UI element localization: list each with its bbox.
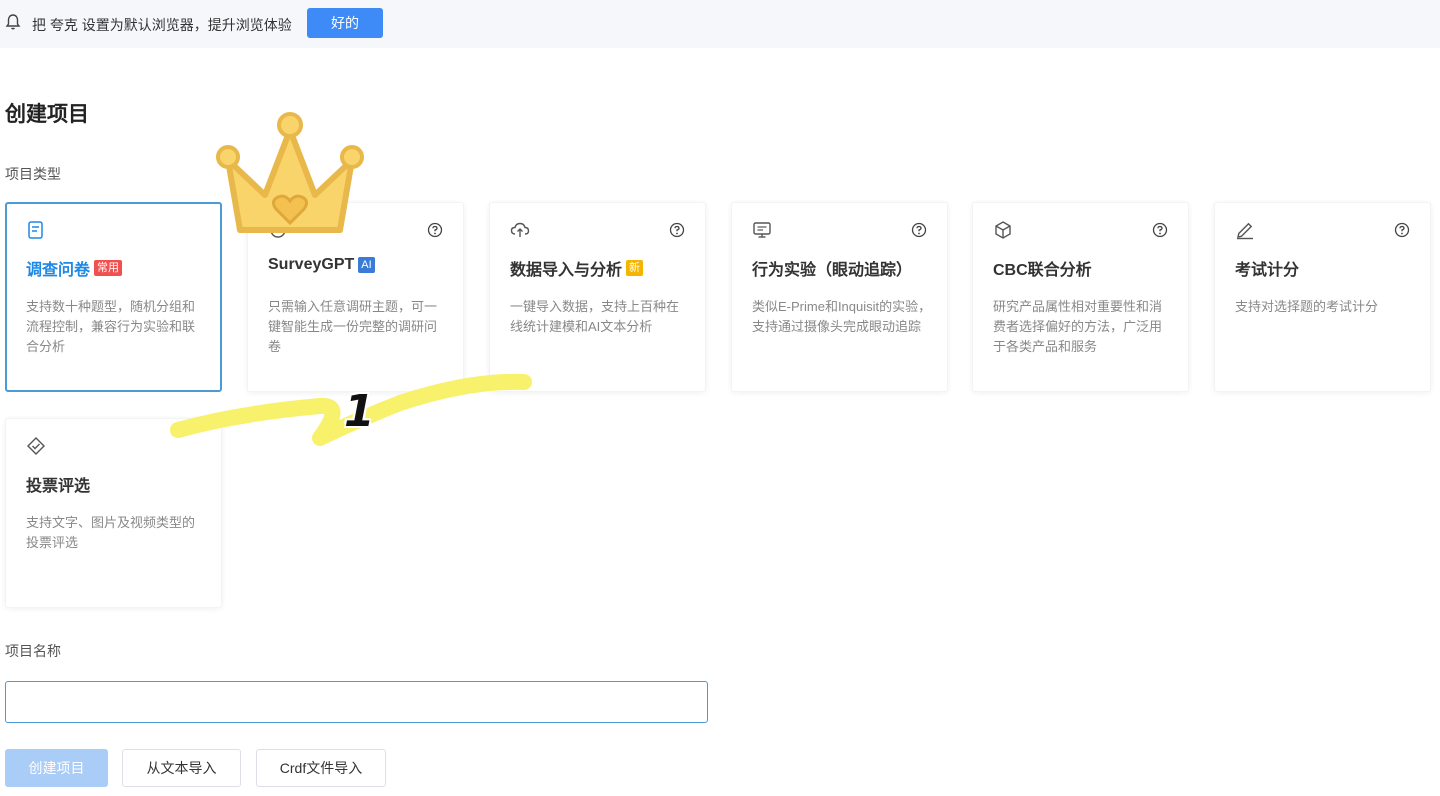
import-from-text-button[interactable]: 从文本导入 bbox=[122, 749, 241, 787]
card-survey[interactable]: 调查问卷 常用 支持数十种题型，随机分组和流程控制，兼容行为实验和联合分析 bbox=[5, 202, 222, 392]
bell-icon bbox=[5, 14, 21, 30]
monitor-icon bbox=[753, 222, 771, 238]
vote-icon bbox=[27, 437, 45, 455]
card-data-import[interactable]: 数据导入与分析 新 一键导入数据，支持上百种在线统计建模和AI文本分析 bbox=[489, 202, 706, 392]
card-title: SurveyGPT AI bbox=[268, 256, 375, 274]
card-title: 考试计分 bbox=[1235, 262, 1300, 279]
help-icon[interactable] bbox=[427, 222, 443, 238]
create-project-button[interactable]: 创建项目 bbox=[5, 749, 108, 787]
help-icon[interactable] bbox=[1152, 222, 1168, 238]
card-description: 支持对选择题的考试计分 bbox=[1235, 299, 1379, 314]
ok-button[interactable]: 好的 bbox=[307, 8, 383, 38]
project-name-label: 项目名称 bbox=[5, 643, 61, 659]
card-behavior-experiment[interactable]: 行为实验（眼动追踪） 类似E-Prime和Inquisit的实验，支持通过摄像头… bbox=[731, 202, 948, 392]
project-type-label: 项目类型 bbox=[5, 166, 61, 182]
help-icon[interactable] bbox=[1394, 222, 1410, 238]
import-crdf-button[interactable]: Crdf文件导入 bbox=[256, 749, 386, 787]
tag-badge: AI bbox=[358, 257, 375, 273]
cloud-upload-icon bbox=[510, 222, 530, 237]
ai-icon bbox=[270, 222, 286, 238]
cube-icon bbox=[995, 221, 1011, 239]
card-title: 投票评选 bbox=[26, 478, 91, 495]
project-name-input[interactable] bbox=[5, 681, 708, 723]
card-description: 一键导入数据，支持上百种在线统计建模和AI文本分析 bbox=[510, 299, 680, 334]
card-description: 研究产品属性相对重要性和消费者选择偏好的方法，广泛用于各类产品和服务 bbox=[993, 299, 1163, 354]
page-title: 创建项目 bbox=[5, 103, 89, 126]
notice-text: 把 夸克 设置为默认浏览器，提升浏览体验 bbox=[32, 17, 292, 33]
help-icon[interactable] bbox=[911, 222, 927, 238]
card-exam-scoring[interactable]: 考试计分 支持对选择题的考试计分 bbox=[1214, 202, 1431, 392]
pencil-icon bbox=[1237, 222, 1253, 240]
step-number-overlay: 1 bbox=[344, 386, 375, 437]
card-description: 类似E-Prime和Inquisit的实验，支持通过摄像头完成眼动追踪 bbox=[752, 299, 932, 334]
notice-bar: 把 夸克 设置为默认浏览器，提升浏览体验 好的 bbox=[0, 0, 1440, 48]
card-description: 支持数十种题型，随机分组和流程控制，兼容行为实验和联合分析 bbox=[26, 299, 196, 354]
card-cbc-analysis[interactable]: CBC联合分析 研究产品属性相对重要性和消费者选择偏好的方法，广泛用于各类产品和… bbox=[972, 202, 1189, 392]
survey-icon bbox=[28, 221, 43, 239]
help-icon[interactable] bbox=[669, 222, 685, 238]
card-surveygpt[interactable]: SurveyGPT AI 只需输入任意调研主题，可一键智能生成一份完整的调研问卷 bbox=[247, 202, 464, 392]
card-description: 只需输入任意调研主题，可一键智能生成一份完整的调研问卷 bbox=[268, 299, 438, 354]
card-voting[interactable]: 投票评选 支持文字、图片及视频类型的投票评选 bbox=[5, 418, 222, 608]
card-description: 支持文字、图片及视频类型的投票评选 bbox=[26, 515, 196, 550]
card-title: CBC联合分析 bbox=[993, 262, 1092, 279]
card-title: 行为实验（眼动追踪） bbox=[752, 262, 913, 279]
tag-badge: 常用 bbox=[94, 260, 123, 276]
card-title: 调查问卷 常用 bbox=[26, 256, 123, 280]
card-title: 数据导入与分析 新 bbox=[510, 256, 644, 280]
tag-badge: 新 bbox=[626, 260, 644, 276]
